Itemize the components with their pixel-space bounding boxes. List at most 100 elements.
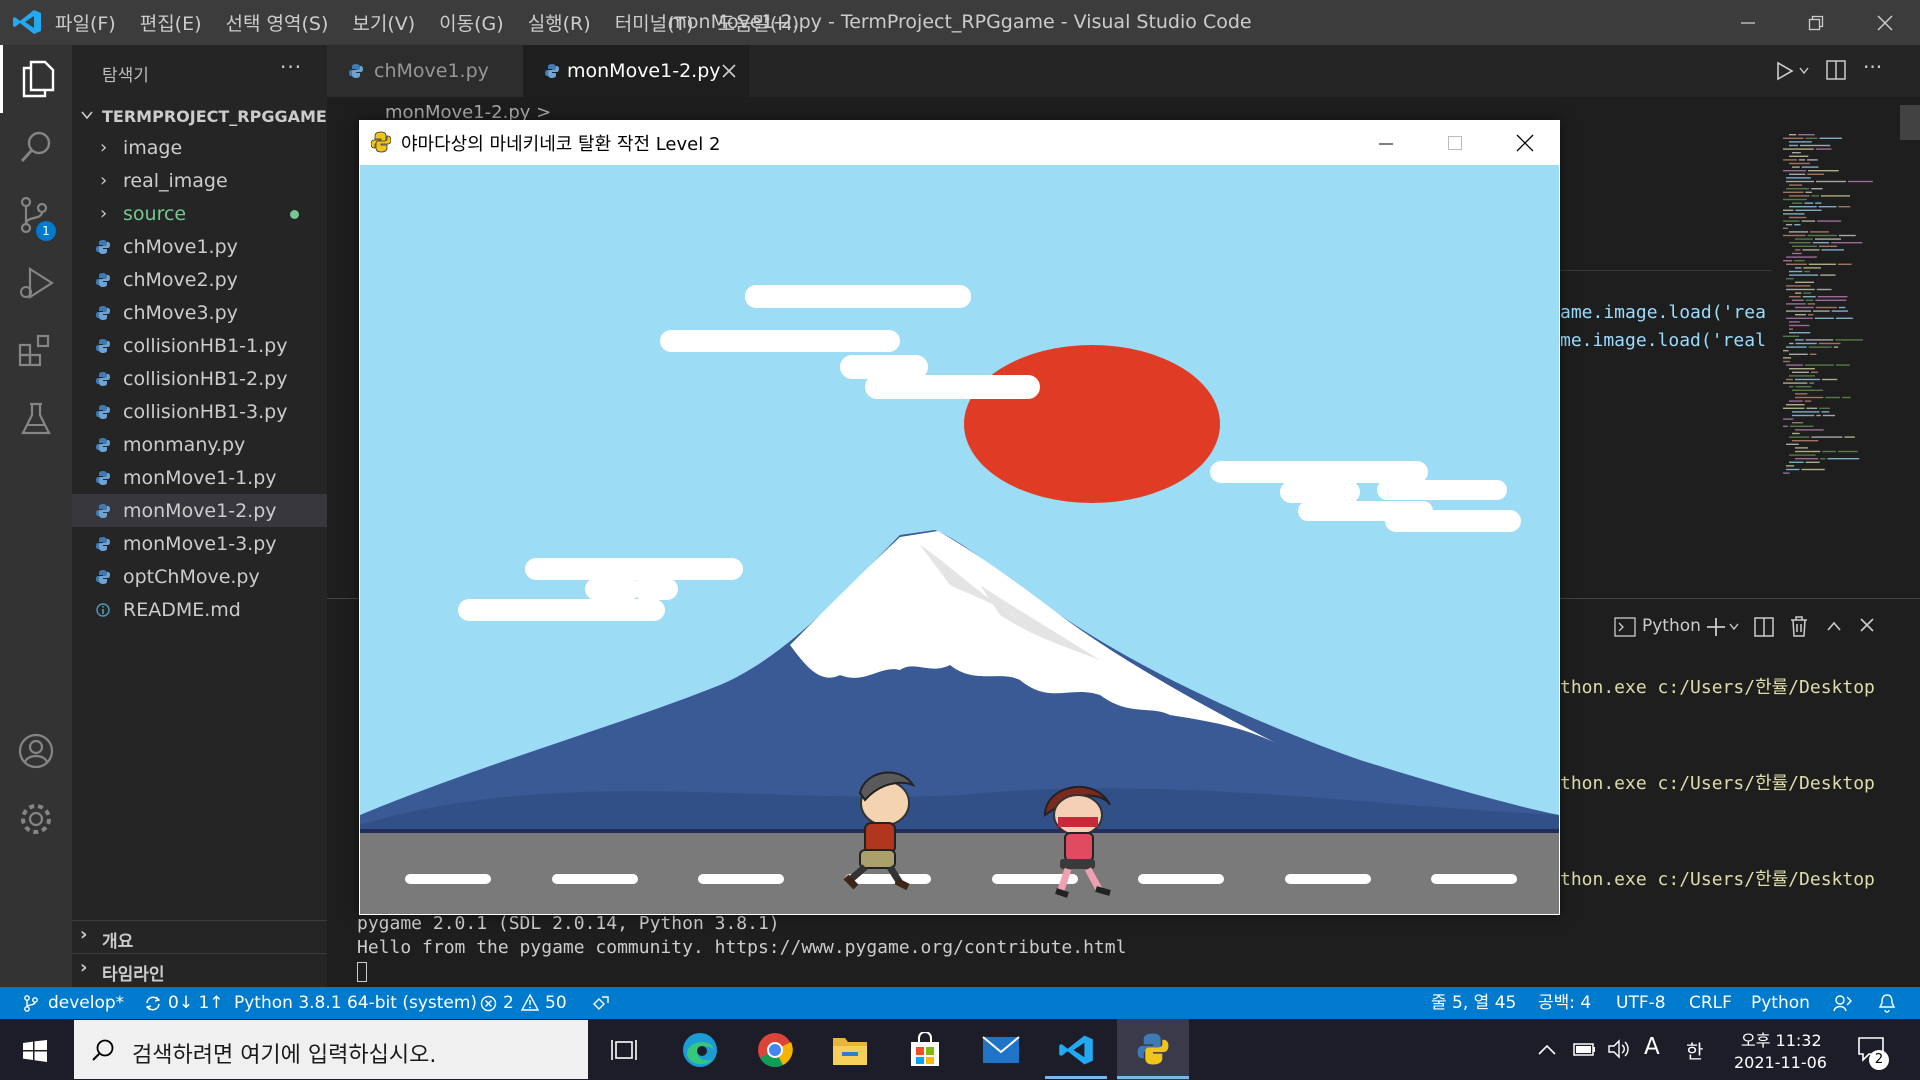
file-explorer-icon[interactable] <box>832 1034 868 1066</box>
volume-icon[interactable] <box>1607 1039 1631 1059</box>
python-taskbar-button[interactable] <box>1117 1019 1189 1080</box>
terminal-shell-label[interactable]: Python <box>1642 616 1701 636</box>
python-interpreter[interactable]: Python 3.8.1 64-bit (system) <box>234 987 477 1019</box>
file-monmove1-2-py[interactable]: monMove1-2.py <box>72 494 327 527</box>
chevron-down-icon[interactable] <box>1798 65 1810 77</box>
close-icon[interactable] <box>1516 134 1534 152</box>
trash-icon[interactable] <box>1790 616 1808 637</box>
file-monmove1-1-py[interactable]: monMove1-1.py <box>72 461 327 494</box>
vscode-taskbar-icon[interactable] <box>1058 1032 1094 1068</box>
run-debug-activity[interactable] <box>0 249 72 317</box>
minimize-icon[interactable] <box>1378 136 1394 152</box>
search-activity[interactable] <box>0 113 72 181</box>
explorer-activity[interactable] <box>0 45 72 113</box>
close-panel-icon[interactable] <box>1860 618 1874 632</box>
minimap-line <box>1789 144 1798 147</box>
run-icon[interactable] <box>1776 61 1794 81</box>
modified-dot-icon <box>290 210 299 219</box>
file-collisionhb1-1-py[interactable]: collisionHB1-1.py <box>72 329 327 362</box>
restore-icon <box>1808 15 1824 30</box>
manage-activity[interactable] <box>0 785 72 853</box>
file-collisionhb1-3-py[interactable]: collisionHB1-3.py <box>72 395 327 428</box>
flask-icon <box>21 402 51 435</box>
menu-selection[interactable]: 선택 영역(S) <box>226 9 329 36</box>
minimap[interactable] <box>1777 130 1897 480</box>
clock-time[interactable]: 오후 11:32 <box>1741 1027 1822 1051</box>
error-count[interactable]: 2 <box>503 987 514 1019</box>
project-folder-header[interactable]: TERMPROJECT_RPGGAME <box>72 101 327 131</box>
input-method-label[interactable]: A <box>1644 1034 1660 1060</box>
chrome-browser-icon[interactable] <box>757 1032 793 1068</box>
chevron-up-icon[interactable] <box>1826 619 1842 633</box>
language-mode[interactable]: Python <box>1751 987 1810 1019</box>
file-chmove3-py[interactable]: chMove3.py <box>72 296 327 329</box>
add-terminal-icon[interactable] <box>1706 617 1726 637</box>
tab-chmove1[interactable]: chMove1.py <box>327 45 523 97</box>
feedback-icon[interactable] <box>1833 994 1853 1012</box>
source-control-activity[interactable]: 1 <box>0 181 72 249</box>
extensions-activity[interactable] <box>0 317 72 385</box>
file-collisionhb1-2-py[interactable]: collisionHB1-2.py <box>72 362 327 395</box>
battery-icon[interactable] <box>1572 1040 1596 1058</box>
file-readme-md[interactable]: README.md <box>72 593 327 626</box>
line-ending[interactable]: CRLF <box>1689 987 1732 1019</box>
game-canvas[interactable] <box>360 165 1559 914</box>
task-view-icon[interactable] <box>611 1038 637 1062</box>
microsoft-store-icon[interactable] <box>908 1032 942 1068</box>
indentation[interactable]: 공백: 4 <box>1538 987 1591 1019</box>
file-optchmove-py[interactable]: optChMove.py <box>72 560 327 593</box>
clock-date[interactable]: 2021-11-06 <box>1734 1053 1827 1072</box>
tab-monmove1-2[interactable]: monMove1-2.py <box>523 45 749 97</box>
encoding[interactable]: UTF-8 <box>1616 987 1666 1019</box>
explorer-more-button[interactable]: ··· <box>280 55 302 79</box>
cursor-position[interactable]: 줄 5, 열 45 <box>1431 987 1516 1019</box>
git-branch[interactable]: develop* <box>48 987 124 1019</box>
chevron-down-icon[interactable] <box>1728 621 1740 633</box>
edge-browser-icon[interactable] <box>682 1032 718 1068</box>
folder-real-image[interactable]: › real_image <box>72 164 327 197</box>
menu-file[interactable]: 파일(F) <box>55 9 116 36</box>
korean-ime-label[interactable]: 한 <box>1686 1037 1703 1064</box>
accounts-activity[interactable] <box>0 717 72 785</box>
minimap-line <box>1820 274 1836 276</box>
mail-icon[interactable] <box>982 1036 1020 1064</box>
file-monmove1-3-py[interactable]: monMove1-3.py <box>72 527 327 560</box>
minimap-slider[interactable] <box>1900 105 1920 140</box>
sync-icon[interactable] <box>144 995 162 1012</box>
warning-count[interactable]: 50 <box>545 987 567 1019</box>
info-icon <box>96 603 110 617</box>
windows-start-icon[interactable] <box>23 1040 47 1062</box>
bell-icon[interactable] <box>1878 994 1896 1013</box>
testing-activity[interactable] <box>0 385 72 453</box>
timeline-section[interactable]: › 타임라인 <box>72 953 327 986</box>
restore-button[interactable] <box>1786 0 1846 45</box>
minimap-line <box>1795 209 1822 211</box>
menu-edit[interactable]: 편집(E) <box>140 9 202 36</box>
minimap-line <box>1789 155 1809 157</box>
maximize-icon[interactable] <box>1447 135 1463 151</box>
sync-status[interactable]: 0↓ 1↑ <box>168 987 224 1019</box>
menu-view[interactable]: 보기(V) <box>352 9 415 36</box>
split-terminal-icon[interactable] <box>1754 617 1774 637</box>
file-chmove1-py[interactable]: chMove1.py <box>72 230 327 263</box>
split-editor-icon[interactable] <box>1826 60 1846 80</box>
chevron-up-icon[interactable] <box>1538 1044 1556 1056</box>
minimap-line <box>1789 342 1794 345</box>
editor-hline <box>1560 270 1772 271</box>
close-button[interactable] <box>1855 0 1915 45</box>
minimize-button[interactable] <box>1718 0 1778 45</box>
live-share-icon[interactable] <box>590 995 610 1012</box>
taskbar-search-box[interactable]: 검색하려면 여기에 입력하십시오. <box>74 1020 588 1079</box>
editor-more-button[interactable]: ··· <box>1863 55 1882 79</box>
file-monmany-py[interactable]: monmany.py <box>72 428 327 461</box>
menu-run[interactable]: 실행(R) <box>528 9 591 36</box>
menu-go[interactable]: 이동(G) <box>439 9 504 36</box>
minimap-line <box>1783 418 1794 420</box>
file-chmove2-py[interactable]: chMove2.py <box>72 263 327 296</box>
pygame-window[interactable]: 야마다상의 마네키네코 탈환 작전 Level 2 <box>359 120 1560 915</box>
close-tab-icon[interactable] <box>722 64 736 78</box>
outline-section[interactable]: › 개요 <box>72 920 327 953</box>
folder-image[interactable]: › image <box>72 131 327 164</box>
file-label: monmany.py <box>123 433 246 456</box>
folder-source[interactable]: › source <box>72 197 327 230</box>
